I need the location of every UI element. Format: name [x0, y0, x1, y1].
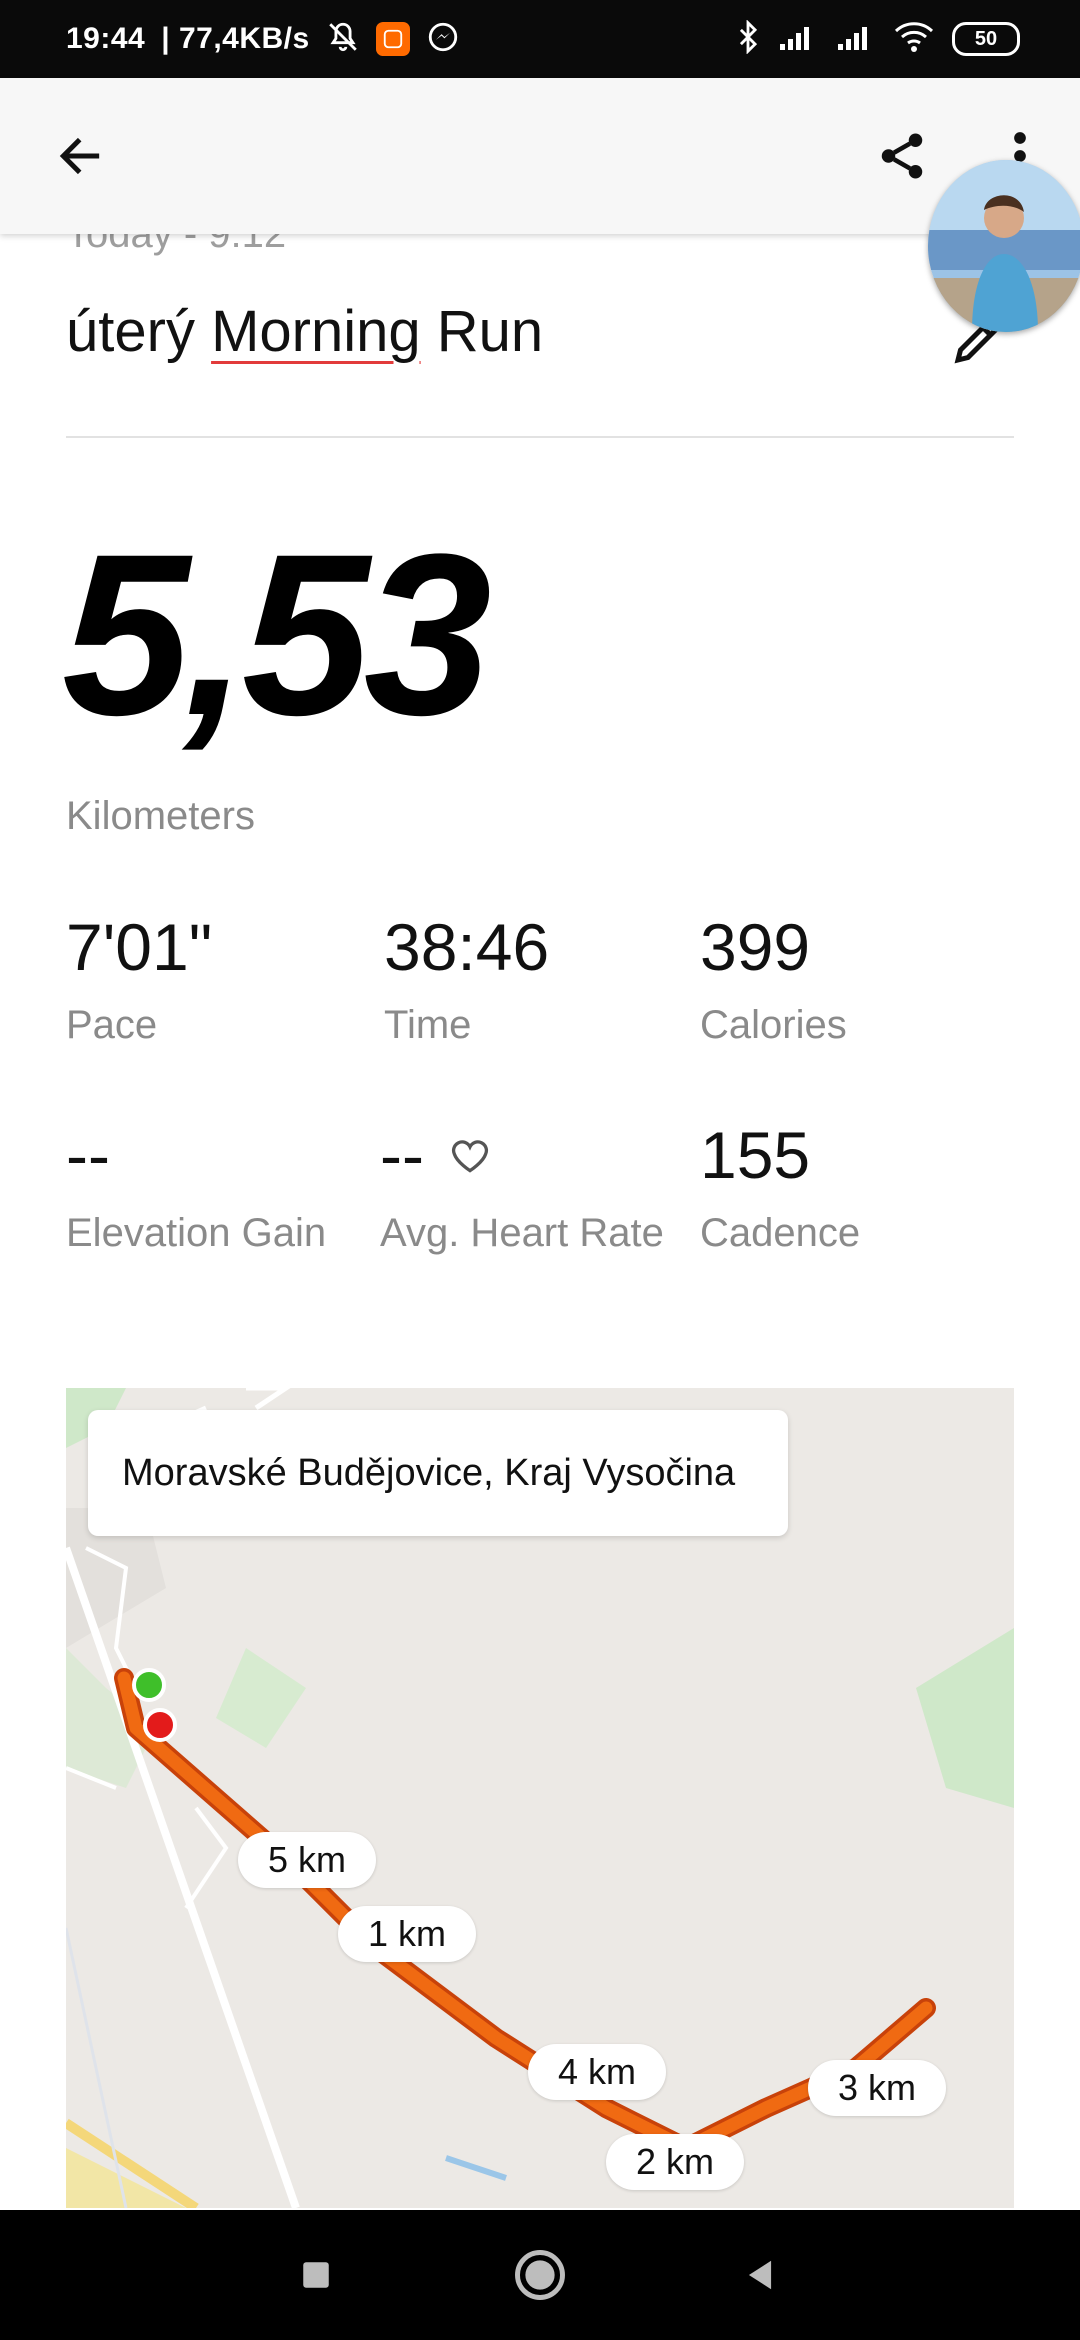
km-marker: 3 km — [808, 2060, 947, 2116]
stat-label: Pace — [66, 1003, 158, 1047]
status-bar: 19:44 | 77,4KB/s 50 — [0, 0, 1080, 78]
stat-elevation-gain: -- Elevation Gain — [66, 1122, 366, 1258]
stat-value: 399 — [700, 910, 811, 984]
stat-value-row: -- — [380, 1122, 680, 1188]
network-speed: | 77,4KB/s — [161, 22, 310, 55]
title-suffix: Run — [420, 299, 544, 364]
map-location-label: Moravské Budějovice, Kraj Vysočina — [88, 1410, 788, 1536]
stat-label: Cadence — [700, 1211, 861, 1255]
back-triangle-icon[interactable] — [700, 2210, 820, 2340]
stat-pace: 7'01" Pace — [66, 914, 366, 1050]
stat-avg-heart-rate: -- Avg. Heart Rate — [380, 1122, 680, 1258]
stat-label: Elevation Gain — [66, 1211, 327, 1255]
end-marker — [143, 1708, 177, 1742]
stat-cadence: 155 Cadence — [700, 1122, 1000, 1258]
stat-value: 38:46 — [384, 910, 550, 984]
signal-icon — [836, 22, 876, 57]
start-marker — [132, 1668, 166, 1702]
mi-icon — [375, 22, 410, 56]
stat-value: 7'01" — [66, 910, 213, 984]
signal-icon — [778, 22, 818, 57]
stat-label: Time — [384, 1003, 472, 1047]
battery-icon: 50 — [952, 22, 1020, 56]
stat-value: -- — [66, 1118, 110, 1192]
stat-label: Avg. Heart Rate — [380, 1211, 664, 1255]
recents-square-icon[interactable] — [256, 2210, 376, 2340]
share-icon[interactable] — [870, 124, 934, 188]
route-map[interactable]: Moravské Budějovice, Kraj Vysočina 5 km … — [66, 1388, 1014, 2208]
status-time: 19:44 — [66, 22, 146, 55]
back-arrow-icon[interactable] — [48, 124, 112, 188]
km-marker: 5 km — [238, 1832, 377, 1888]
heart-icon[interactable] — [448, 1122, 492, 1188]
wifi-icon — [894, 21, 934, 58]
distance-value: 5,53 — [62, 506, 492, 763]
avatar[interactable] — [928, 160, 1080, 332]
stat-time: 38:46 Time — [384, 914, 684, 1050]
stat-calories: 399 Calories — [700, 914, 1000, 1050]
bluetooth-icon — [736, 18, 760, 59]
status-left: 19:44 | 77,4KB/s — [66, 0, 460, 78]
status-right: 50 — [736, 0, 1020, 78]
stat-label: Calories — [700, 1003, 847, 1047]
system-nav-bar — [0, 2210, 1080, 2340]
messenger-icon — [426, 20, 460, 59]
stat-value: -- — [380, 1118, 424, 1192]
title-prefix: úterý — [66, 299, 212, 364]
activity-title[interactable]: úterý Morning Run — [66, 298, 543, 365]
km-marker: 1 km — [338, 1906, 477, 1962]
divider — [66, 436, 1014, 438]
title-underlined-word: Morning — [211, 299, 421, 364]
distance-unit: Kilometers — [66, 794, 255, 838]
home-circle-icon[interactable] — [480, 2210, 600, 2340]
stat-value: 155 — [700, 1118, 811, 1192]
km-marker: 2 km — [606, 2134, 745, 2190]
mute-icon — [326, 20, 360, 59]
km-marker: 4 km — [528, 2044, 667, 2100]
app-bar — [0, 78, 1080, 234]
